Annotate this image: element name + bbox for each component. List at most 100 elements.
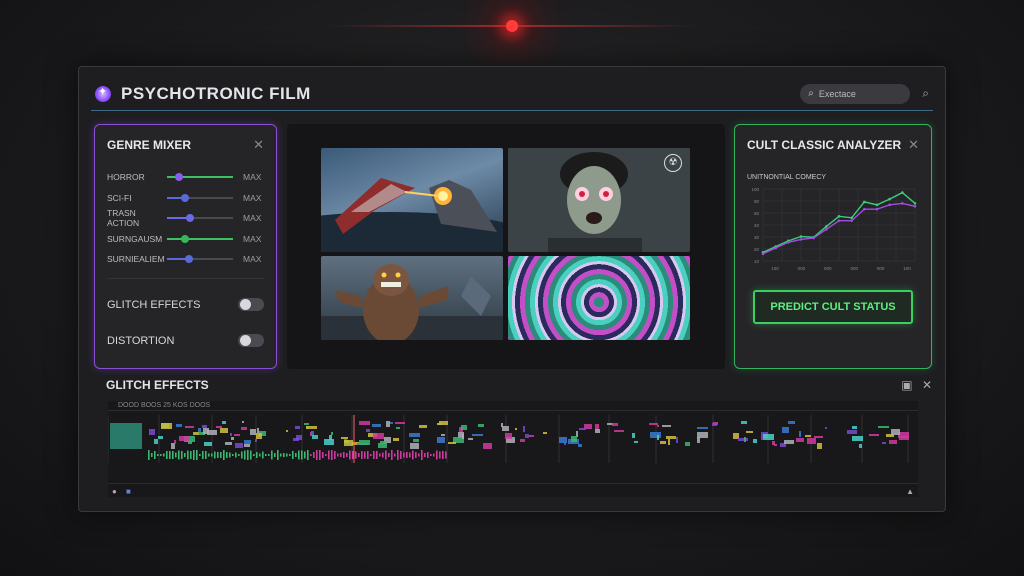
glitch-block[interactable]: [774, 444, 777, 446]
glitch-block[interactable]: [158, 436, 163, 439]
glitch-block[interactable]: [741, 421, 747, 424]
glitch-block[interactable]: [380, 441, 387, 444]
audio-waveform-bar[interactable]: [274, 453, 276, 457]
glitch-block[interactable]: [304, 423, 309, 425]
genre-slider[interactable]: [167, 255, 233, 264]
audio-waveform-bar[interactable]: [340, 453, 342, 457]
glitch-block[interactable]: [632, 433, 635, 438]
glitch-block[interactable]: [744, 437, 746, 442]
glitch-block[interactable]: [697, 427, 708, 429]
glitch-block[interactable]: [413, 439, 419, 442]
glitch-block[interactable]: [149, 429, 155, 435]
glitch-block[interactable]: [650, 432, 661, 438]
glitch-block[interactable]: [230, 433, 232, 436]
audio-waveform-bar[interactable]: [412, 450, 414, 460]
glitch-block[interactable]: [468, 438, 473, 440]
glitch-block[interactable]: [372, 424, 381, 427]
genre-slider[interactable]: [167, 214, 233, 223]
audio-waveform-bar[interactable]: [418, 453, 420, 457]
audio-waveform-bar[interactable]: [238, 454, 240, 456]
audio-waveform-bar[interactable]: [376, 451, 378, 459]
audio-waveform-bar[interactable]: [403, 452, 405, 458]
audio-waveform-bar[interactable]: [214, 451, 216, 459]
glitch-block[interactable]: [293, 438, 299, 441]
glitch-block[interactable]: [312, 435, 318, 439]
audio-waveform-bar[interactable]: [352, 451, 354, 459]
audio-waveform-bar[interactable]: [325, 454, 327, 456]
audio-waveform-bar[interactable]: [382, 452, 384, 458]
audio-waveform-bar[interactable]: [241, 451, 243, 459]
glitch-block[interactable]: [193, 432, 199, 435]
glitch-block[interactable]: [225, 442, 232, 445]
expand-icon[interactable]: ▲: [906, 487, 914, 496]
glitch-block[interactable]: [796, 438, 804, 442]
glitch-block[interactable]: [814, 436, 823, 438]
glitch-block[interactable]: [311, 431, 314, 435]
audio-waveform-bar[interactable]: [349, 450, 351, 460]
preview-mad-scientist[interactable]: ☢: [508, 148, 690, 252]
glitch-block[interactable]: [571, 436, 577, 442]
glitch-block[interactable]: [250, 429, 256, 435]
glitch-block[interactable]: [461, 425, 467, 430]
glitch-block[interactable]: [176, 424, 182, 427]
audio-waveform-bar[interactable]: [298, 450, 300, 460]
glitch-block[interactable]: [419, 425, 427, 428]
glitch-block[interactable]: [359, 440, 370, 445]
glitch-block[interactable]: [825, 427, 827, 429]
audio-waveform-bar[interactable]: [394, 453, 396, 457]
glitch-block[interactable]: [344, 440, 353, 446]
glitch-block[interactable]: [763, 434, 774, 440]
audio-waveform-bar[interactable]: [166, 451, 168, 459]
audio-waveform-bar[interactable]: [148, 450, 150, 460]
glitch-block[interactable]: [761, 437, 763, 440]
glitch-block[interactable]: [847, 430, 857, 434]
close-icon[interactable]: ✕: [908, 137, 919, 153]
audio-waveform-bar[interactable]: [388, 453, 390, 457]
audio-waveform-bar[interactable]: [439, 451, 441, 459]
glitch-block[interactable]: [203, 428, 209, 434]
glitch-block[interactable]: [390, 422, 393, 424]
genre-slider[interactable]: [167, 173, 233, 182]
glitch-block[interactable]: [882, 442, 886, 444]
close-icon[interactable]: ✕: [253, 137, 264, 153]
glitch-block[interactable]: [799, 431, 801, 437]
audio-waveform-bar[interactable]: [370, 454, 372, 456]
audio-waveform-bar[interactable]: [319, 450, 321, 460]
glitch-block[interactable]: [241, 427, 247, 430]
glitch-block[interactable]: [441, 434, 445, 436]
audio-waveform-bar[interactable]: [343, 452, 345, 458]
audio-waveform-bar[interactable]: [199, 454, 201, 456]
glitch-block[interactable]: [612, 423, 618, 426]
glitch-block[interactable]: [329, 435, 332, 440]
audio-waveform-bar[interactable]: [367, 451, 369, 459]
audio-waveform-bar[interactable]: [268, 454, 270, 456]
audio-waveform-bar[interactable]: [316, 450, 318, 460]
audio-waveform-bar[interactable]: [322, 452, 324, 458]
audio-waveform-bar[interactable]: [217, 452, 219, 458]
audio-waveform-bar[interactable]: [283, 453, 285, 457]
slider-knob[interactable]: [186, 214, 194, 223]
glitch-block[interactable]: [409, 433, 420, 437]
glitch-block[interactable]: [559, 437, 567, 443]
glitch-block[interactable]: [410, 443, 419, 449]
audio-waveform-bar[interactable]: [442, 451, 444, 459]
audio-waveform-bar[interactable]: [223, 450, 225, 460]
audio-waveform-bar[interactable]: [196, 450, 198, 460]
audio-waveform-bar[interactable]: [328, 450, 330, 460]
glitch-block[interactable]: [515, 428, 517, 430]
glitch-block[interactable]: [660, 441, 666, 444]
audio-waveform-bar[interactable]: [172, 451, 174, 459]
glitch-block[interactable]: [231, 437, 234, 440]
glitch-block[interactable]: [805, 435, 811, 437]
audio-waveform-bar[interactable]: [271, 450, 273, 460]
glitch-block[interactable]: [595, 424, 599, 429]
glitch-block[interactable]: [889, 440, 897, 444]
glitch-block[interactable]: [614, 430, 624, 432]
glitch-block[interactable]: [234, 434, 240, 436]
glitch-block[interactable]: [712, 423, 717, 426]
play-icon[interactable]: ●: [112, 487, 117, 496]
search-button-icon[interactable]: ⌕: [922, 86, 929, 101]
glitch-block[interactable]: [657, 435, 659, 440]
glitch-block[interactable]: [393, 438, 399, 441]
audio-waveform-bar[interactable]: [256, 452, 258, 458]
